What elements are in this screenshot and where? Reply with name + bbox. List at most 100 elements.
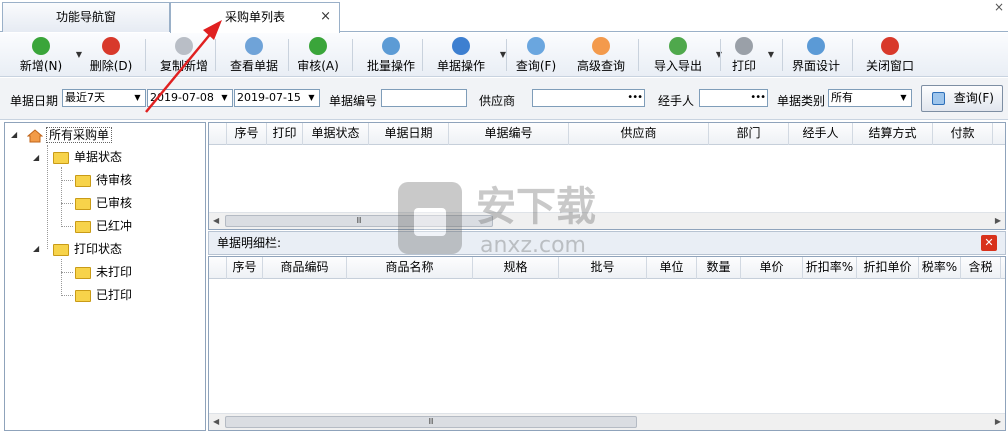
tree-item-unprinted[interactable]: 未打印	[75, 262, 132, 282]
scroll-left-icon[interactable]: ◀	[213, 216, 219, 225]
column-header[interactable]: 单价	[741, 257, 803, 279]
advanced-search-button[interactable]: 高级查询	[572, 36, 630, 74]
column-header[interactable]: 结算方式	[853, 123, 933, 145]
chevron-down-icon: ▼	[900, 93, 907, 102]
view-button[interactable]: 查看单据	[224, 36, 284, 74]
scroll-right-icon[interactable]: ▶	[995, 216, 1001, 225]
scroll-left-icon[interactable]: ◀	[213, 417, 219, 426]
detail-grid-scrollbar[interactable]: ◀ Ⅲ ▶	[209, 413, 1005, 430]
column-header[interactable]: 折扣单价	[857, 257, 919, 279]
column-header[interactable]: 单据编号	[449, 123, 569, 145]
toolbar-separator	[852, 39, 853, 71]
tree-item-label: 未打印	[96, 265, 133, 279]
toolbar-button-label: 新增(N)	[19, 59, 63, 73]
import-export-button[interactable]: 导入导出 ▼	[646, 36, 722, 74]
date-from-picker[interactable]: 2019-07-08 ▼	[147, 89, 233, 107]
toolbar-button-label: 关闭窗口	[865, 59, 914, 73]
add-button[interactable]: 新增(N) ▼	[12, 36, 82, 74]
ellipsis-icon[interactable]: •••	[627, 90, 643, 106]
scroll-right-icon[interactable]: ▶	[995, 417, 1001, 426]
date-range-value: 最近7天	[65, 91, 105, 104]
handler-input[interactable]: •••	[699, 89, 768, 107]
toolbar: 新增(N) ▼ 删除(D) 复制新增 查看单据 审核(A) 批量操作 单据操作 ▼ 查询(F) 高级…	[0, 33, 1008, 77]
toolbar-button-label: 单据操作	[436, 59, 485, 73]
tab-close-icon[interactable]: ×	[320, 3, 331, 31]
scroll-thumb[interactable]: Ⅲ	[225, 416, 637, 428]
column-header[interactable]: 商品编码	[263, 257, 347, 279]
tree-item-pending[interactable]: 待审核	[75, 170, 132, 190]
doc-action-button[interactable]: 单据操作 ▼	[428, 36, 506, 74]
column-header[interactable]: 部门	[709, 123, 789, 145]
close-window-button[interactable]: 关闭窗口	[860, 36, 920, 74]
chevron-down-icon[interactable]: ▼	[716, 50, 722, 59]
order-grid-header: 序号 打印 单据状态 单据日期 单据编号 供应商 部门 经手人 结算方式 付款	[209, 123, 1005, 145]
column-header[interactable]: 数量	[697, 257, 741, 279]
folder-icon	[53, 243, 69, 256]
toolbar-separator	[422, 39, 423, 71]
close-icon[interactable]: ✕	[981, 235, 997, 251]
toolbar-button-label: 导入导出	[653, 59, 702, 73]
column-header[interactable]: 序号	[227, 123, 267, 145]
type-select[interactable]: 所有 ▼	[828, 89, 912, 107]
window-close-icon[interactable]: ×	[994, 0, 1004, 14]
docno-input[interactable]	[381, 89, 467, 107]
delete-button[interactable]: 删除(D)	[82, 36, 140, 74]
category-tree: ◢ 所有采购单 ◢ 单据状态 待审核 已审核 已红冲 ◢ 打印状态 未打印 已打…	[4, 122, 206, 431]
collapse-icon[interactable]: ◢	[33, 153, 39, 162]
tree-item-printed[interactable]: 已打印	[75, 285, 132, 305]
filter-bar: 单据日期 最近7天 ▼ 2019-07-08 ▼ 2019-07-15 ▼ 单据编号 …	[0, 78, 1008, 120]
column-header[interactable]: 折扣率%	[803, 257, 857, 279]
toolbar-separator	[352, 39, 353, 71]
advanced-search-icon	[592, 37, 610, 55]
toolbar-button-label: 删除(D)	[89, 59, 133, 73]
column-header[interactable]: 供应商	[569, 123, 709, 145]
row-selector-header	[209, 257, 227, 279]
layout-button[interactable]: 界面设计	[788, 36, 844, 74]
date-range-select[interactable]: 最近7天 ▼	[62, 89, 146, 107]
tab-purchase-list[interactable]: 采购单列表 ×	[170, 2, 340, 33]
batch-button[interactable]: 批量操作	[360, 36, 422, 74]
collapse-icon[interactable]: ◢	[11, 130, 17, 139]
doc-action-icon	[452, 37, 470, 55]
column-header[interactable]: 含税	[961, 257, 1001, 279]
tree-group-status[interactable]: 单据状态	[53, 147, 122, 167]
tree-root-label: 所有采购单	[46, 127, 113, 143]
close-window-icon	[881, 37, 899, 55]
tree-group-print[interactable]: 打印状态	[53, 239, 122, 259]
toolbar-separator	[215, 39, 216, 71]
column-header[interactable]: 单位	[647, 257, 697, 279]
chevron-down-icon[interactable]: ▼	[768, 50, 774, 59]
column-header[interactable]: 单据日期	[369, 123, 449, 145]
ellipsis-icon[interactable]: •••	[750, 90, 766, 106]
collapse-icon[interactable]: ◢	[33, 244, 39, 253]
tab-navigation[interactable]: 功能导航窗	[2, 2, 170, 32]
column-header[interactable]: 打印	[267, 123, 303, 145]
search-icon	[932, 92, 945, 105]
batch-icon	[382, 37, 400, 55]
supplier-input[interactable]: •••	[532, 89, 645, 107]
approve-button[interactable]: 审核(A)	[294, 36, 342, 74]
handler-label: 经手人	[658, 94, 695, 108]
query-button[interactable]: 查询(F)	[921, 85, 1003, 112]
folder-icon	[75, 289, 91, 302]
tree-item-reversed[interactable]: 已红冲	[75, 216, 132, 236]
add-icon	[32, 37, 50, 55]
search-button[interactable]: 查询(F)	[514, 36, 558, 74]
type-value: 所有	[831, 91, 853, 104]
column-header[interactable]: 单据状态	[303, 123, 369, 145]
column-header[interactable]: 税率%	[919, 257, 961, 279]
tree-item-approved[interactable]: 已审核	[75, 193, 132, 213]
tree-root[interactable]: 所有采购单	[26, 125, 113, 145]
folder-icon	[53, 151, 69, 164]
detail-section-title: 单据明细栏:	[217, 236, 282, 250]
chevron-down-icon: ▼	[308, 93, 315, 102]
view-icon	[245, 37, 263, 55]
column-header[interactable]: 序号	[227, 257, 263, 279]
print-button[interactable]: 打印 ▼	[726, 36, 774, 74]
tab-label: 采购单列表	[224, 10, 285, 24]
copy-button[interactable]: 复制新增	[152, 36, 216, 74]
tree-group-label: 单据状态	[74, 150, 123, 164]
column-header[interactable]: 经手人	[789, 123, 853, 145]
column-header[interactable]: 付款	[933, 123, 993, 145]
date-to-picker[interactable]: 2019-07-15 ▼	[234, 89, 320, 107]
